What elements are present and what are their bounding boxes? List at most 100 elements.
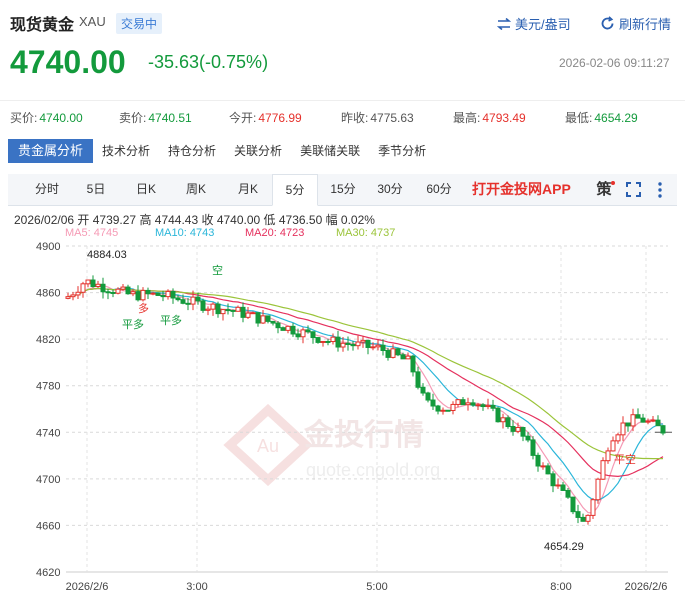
candle-body <box>220 309 226 315</box>
candle-body <box>610 440 616 452</box>
candle-body <box>655 419 661 427</box>
analysis-tabs: 贵金属分析 技术分析 持仓分析 关联分析 美联储关联 季节分析 <box>8 139 435 163</box>
notification-dot <box>611 181 615 185</box>
candle-body <box>500 417 506 423</box>
candle-body <box>540 465 546 468</box>
candle-body <box>215 303 221 315</box>
period-tab-intraday[interactable]: 分时 <box>26 174 68 205</box>
tab-fed-correlation[interactable]: 美联储关联 <box>291 139 369 163</box>
candle-body <box>260 315 266 324</box>
candle-body <box>330 336 336 343</box>
candle-body <box>385 350 391 358</box>
quote-high: 最高: 4793.49 <box>453 111 526 125</box>
instrument-title: 现货黄金 <box>10 17 75 34</box>
period-tab-5min[interactable]: 5分 <box>272 174 318 206</box>
unit-toggle-button[interactable]: 美元/盎司 <box>497 14 571 33</box>
tab-technical-analysis[interactable]: 技术分析 <box>93 139 159 163</box>
candle-body <box>140 289 146 301</box>
status-badge: 交易中 <box>116 13 163 34</box>
candle-body <box>335 336 341 348</box>
swap-icon <box>497 17 511 30</box>
candle-body <box>130 291 136 295</box>
tab-precious-metal-analysis[interactable]: 贵金属分析 <box>8 139 94 163</box>
y-tick-label: 4900 <box>36 241 60 253</box>
period-tab-15min[interactable]: 15分 <box>323 174 363 205</box>
candle-body <box>175 297 181 301</box>
tab-seasonal-analysis[interactable]: 季节分析 <box>369 139 435 163</box>
quote-bid: 买价: 4740.00 <box>10 111 83 125</box>
candle-body <box>440 409 446 412</box>
candle-body <box>195 296 201 302</box>
candle-body <box>275 322 281 329</box>
watermark: Au 金投行情 quote.cngold.org <box>223 403 440 487</box>
candle-body <box>560 484 566 491</box>
candle-body <box>95 283 101 287</box>
fullscreen-icon[interactable] <box>626 182 641 197</box>
open-app-link[interactable]: 打开金投网APP <box>472 174 571 205</box>
candle-body <box>115 288 121 294</box>
period-tab-daily-k[interactable]: 日K <box>125 174 167 205</box>
candle-body <box>90 279 96 287</box>
candle-body <box>630 414 636 427</box>
period-tab-60min[interactable]: 60分 <box>418 174 460 205</box>
signal-short: 空 <box>212 263 223 277</box>
refresh-label: 刷新行情 <box>619 17 672 32</box>
y-tick-label: 4660 <box>36 520 60 532</box>
x-tick-label: 8:00 <box>550 581 571 593</box>
x-tick-label: 5:00 <box>366 581 387 593</box>
candle-body <box>650 419 656 422</box>
candle-body <box>430 399 436 407</box>
candle-body <box>210 303 216 310</box>
period-tab-weekly-k[interactable]: 周K <box>175 174 217 205</box>
y-tick-label: 4860 <box>36 288 60 300</box>
refresh-button[interactable]: 刷新行情 <box>600 14 671 33</box>
tab-position-analysis[interactable]: 持仓分析 <box>159 139 225 163</box>
watermark-brand: 金投行情 <box>303 418 424 452</box>
candle-body <box>280 327 286 331</box>
candle-body <box>295 333 301 338</box>
candle-body <box>515 427 521 432</box>
candle-body <box>345 342 351 345</box>
candle-body <box>415 371 421 388</box>
candle-body <box>235 306 241 312</box>
candle-body <box>635 414 641 419</box>
candle-body <box>75 291 81 296</box>
x-tick-label: 2026/2/6 <box>625 581 668 593</box>
quote-prev-close: 昨收: 4775.63 <box>341 111 414 125</box>
period-tab-5day[interactable]: 5日 <box>78 174 114 205</box>
candle-body <box>270 320 276 324</box>
candle-body <box>240 306 246 318</box>
candle-body <box>550 473 556 487</box>
period-tab-30min[interactable]: 30分 <box>369 174 411 205</box>
period-tab-monthly-k[interactable]: 月K <box>227 174 269 205</box>
x-tick-label: 2026/2/6 <box>66 581 109 593</box>
more-menu-icon[interactable] <box>657 182 663 198</box>
svg-text:Au: Au <box>257 436 279 456</box>
candle-body <box>365 339 371 348</box>
quote-timestamp: 2026-02-06 09:11:27 <box>559 56 670 70</box>
candle-body <box>300 329 306 338</box>
kline-chart[interactable]: Au 金投行情 quote.cngold.org 4900 4860 4820 478… <box>0 240 685 593</box>
candle-body <box>615 434 621 442</box>
strategy-button[interactable]: 策 <box>593 174 615 205</box>
candle-body <box>170 290 176 299</box>
candle-body <box>595 478 601 501</box>
candle-body <box>205 308 211 311</box>
candle-body <box>255 312 261 324</box>
signal-close-long-2: 平多 <box>160 313 182 327</box>
candle-body <box>495 407 501 423</box>
tab-correlation-analysis[interactable]: 关联分析 <box>225 139 291 163</box>
candle-body <box>120 286 126 290</box>
candle-body <box>100 283 106 293</box>
candle-body <box>380 344 386 352</box>
last-price: 4740.00 <box>10 44 126 80</box>
candle-body <box>355 341 361 347</box>
candle-body <box>660 425 666 434</box>
legend-ma20: MA20: 4723 <box>245 227 305 239</box>
candle-body <box>155 292 161 296</box>
candle-body <box>200 300 206 311</box>
candle-body <box>125 286 131 295</box>
period-toolbar: 分时 5日 日K 周K 月K 5分 15分 30分 60分 打开金投网APP 策 <box>8 174 677 206</box>
candle-body <box>585 514 591 522</box>
candle-body <box>485 404 491 408</box>
